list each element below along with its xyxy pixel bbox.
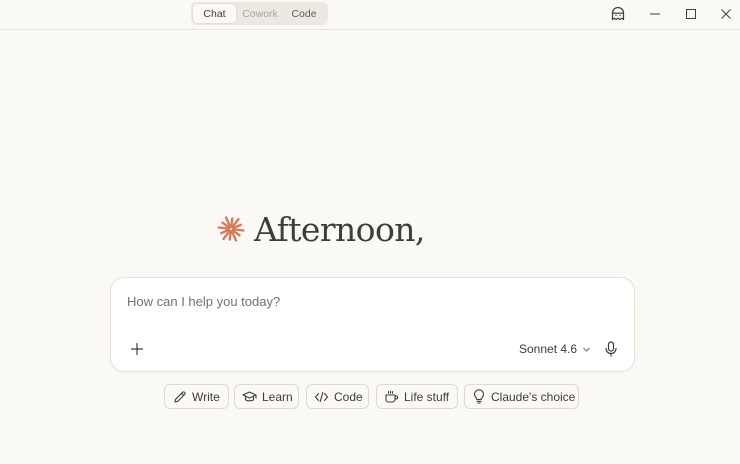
chevron-down-icon (583, 347, 590, 352)
plus-icon (130, 342, 144, 356)
incognito-ghost-icon[interactable] (608, 5, 628, 23)
suggestion-learn[interactable]: Learn (234, 384, 299, 409)
suggestion-claudes-choice[interactable]: Claude's choice (464, 384, 579, 409)
greeting: Afternoon, (217, 207, 425, 251)
lightbulb-icon (472, 389, 486, 404)
close-icon[interactable] (716, 5, 736, 23)
message-composer: Sonnet 4.6 (110, 277, 635, 372)
code-brackets-icon (314, 389, 329, 404)
tab-code[interactable]: Code (284, 4, 324, 23)
app-window: Chat Cowork Code Afternoon, How can I he… (0, 0, 740, 464)
claude-starburst-icon (217, 216, 245, 242)
greeting-text: Afternoon, (254, 209, 425, 249)
microphone-icon (605, 341, 617, 357)
suggestion-label: Learn (262, 389, 293, 404)
tab-cowork[interactable]: Cowork (236, 4, 284, 23)
tab-chat[interactable]: Chat (193, 4, 236, 23)
title-bar: Chat Cowork Code (0, 0, 740, 30)
graduation-cap-icon (242, 389, 257, 404)
minimize-icon[interactable] (645, 5, 665, 23)
message-input[interactable] (127, 294, 607, 309)
suggestion-chips: Write Learn Code Life stuff Claude's cho… (0, 384, 740, 409)
coffee-cup-icon (384, 389, 399, 404)
suggestion-code[interactable]: Code (306, 384, 369, 409)
mode-switcher: Chat Cowork Code (191, 2, 328, 25)
suggestion-label: Write (192, 389, 220, 404)
suggestion-life-stuff[interactable]: Life stuff (376, 384, 458, 409)
maximize-icon[interactable] (681, 5, 701, 23)
suggestion-label: Claude's choice (491, 389, 576, 404)
voice-input-button[interactable] (601, 339, 621, 359)
add-attachment-button[interactable] (127, 339, 147, 359)
suggestion-label: Life stuff (404, 389, 450, 404)
pencil-icon (172, 389, 187, 404)
model-name: Sonnet 4.6 (519, 342, 578, 356)
suggestion-write[interactable]: Write (164, 384, 229, 409)
suggestion-label: Code (334, 389, 363, 404)
model-selector[interactable]: Sonnet 4.6 (519, 340, 591, 358)
